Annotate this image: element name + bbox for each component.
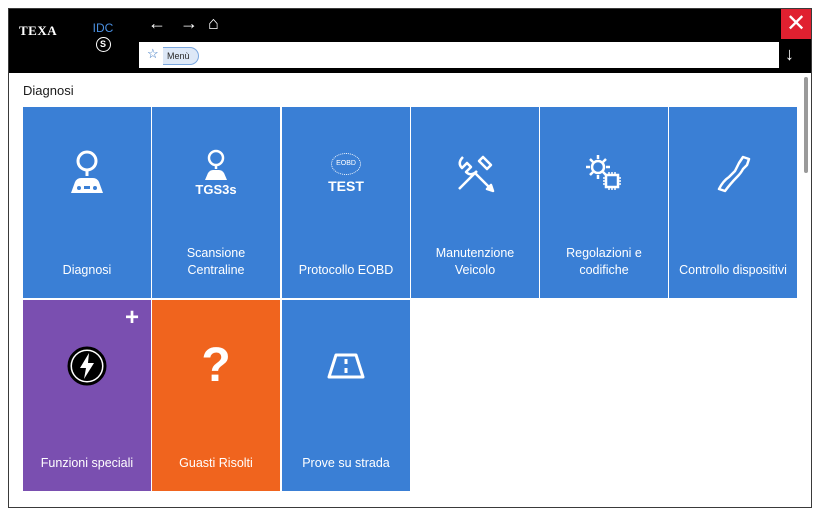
back-button[interactable]: ← — [148, 13, 166, 34]
tile-controllo-dispositivi[interactable]: Controllo dispositivi — [669, 107, 797, 298]
tile-regolazioni-codifiche[interactable]: Regolazioni e codifiche — [540, 107, 668, 298]
forward-button[interactable]: → — [180, 13, 198, 34]
tile-label: Scansione Centraline — [186, 246, 246, 277]
magnifier-car-icon — [23, 145, 151, 201]
texa-logo: TEXA — [19, 23, 58, 38]
wrench-screwdriver-icon — [411, 145, 539, 201]
down-arrow-button[interactable]: ↓ — [785, 44, 794, 65]
tile-manutenzione-veicolo[interactable]: Manutenzione Veicolo — [411, 107, 539, 298]
tile-guasti-risolti[interactable]: ? Guasti Risolti — [152, 300, 280, 491]
tile-label: Protocollo EOBD — [298, 262, 394, 277]
tile-label: Regolazioni e codifiche — [566, 246, 642, 277]
tile-label: Guasti Risolti — [179, 455, 253, 470]
gear-chip-icon — [540, 145, 668, 201]
tile-label: Manutenzione Veicolo — [435, 246, 515, 277]
tile-label: Prove su strada — [302, 455, 390, 470]
tile-label: Diagnosi — [62, 262, 112, 277]
tile-funzioni-speciali[interactable]: + Funzioni speciali — [23, 300, 151, 491]
eobd-test-icon: EOBD TEST — [282, 145, 410, 201]
section-title: Diagnosi — [23, 83, 74, 98]
question-mark: ? — [201, 339, 231, 392]
lightning-icon — [23, 338, 151, 394]
breadcrumb-bar: ☆ Menù — [139, 42, 779, 68]
scrollbar[interactable] — [804, 77, 808, 173]
idc-logo: IDC S — [89, 21, 117, 52]
top-bar: TEXA IDC S ← → ⌂ ☆ Menù ↓ ✕ — [9, 9, 811, 73]
plus-icon[interactable]: + — [125, 304, 139, 332]
question-icon: ? — [152, 338, 280, 394]
tile-scansione-centraline[interactable]: TGS3s Scansione Centraline — [152, 107, 280, 298]
tile-label: Controllo dispositivi — [679, 262, 787, 277]
tile-diagnosi[interactable]: Diagnosi — [23, 107, 151, 298]
home-button[interactable]: ⌂ — [208, 13, 219, 34]
tile-prove-su-strada[interactable]: Prove su strada — [282, 300, 410, 491]
road-icon — [282, 338, 410, 394]
breadcrumb-item-menu[interactable]: Menù — [163, 47, 199, 65]
tgs3s-text: TGS3s — [195, 182, 237, 197]
close-button[interactable]: ✕ — [781, 9, 811, 39]
idc-symbol-icon: S — [95, 37, 111, 52]
tgs3s-scan-icon: TGS3s — [152, 145, 280, 201]
idc-label: IDC — [92, 21, 114, 35]
test-text: TEST — [328, 177, 364, 194]
app-window: TEXA IDC S ← → ⌂ ☆ Menù ↓ ✕ Diagnosi Dia… — [8, 8, 812, 508]
eobd-badge: EOBD — [331, 152, 361, 175]
favorite-star-icon[interactable]: ☆ — [147, 46, 159, 62]
tile-label: Funzioni speciali — [40, 455, 134, 470]
tile-protocollo-eobd[interactable]: EOBD TEST Protocollo EOBD — [282, 107, 410, 298]
actuator-hand-icon — [669, 145, 797, 201]
